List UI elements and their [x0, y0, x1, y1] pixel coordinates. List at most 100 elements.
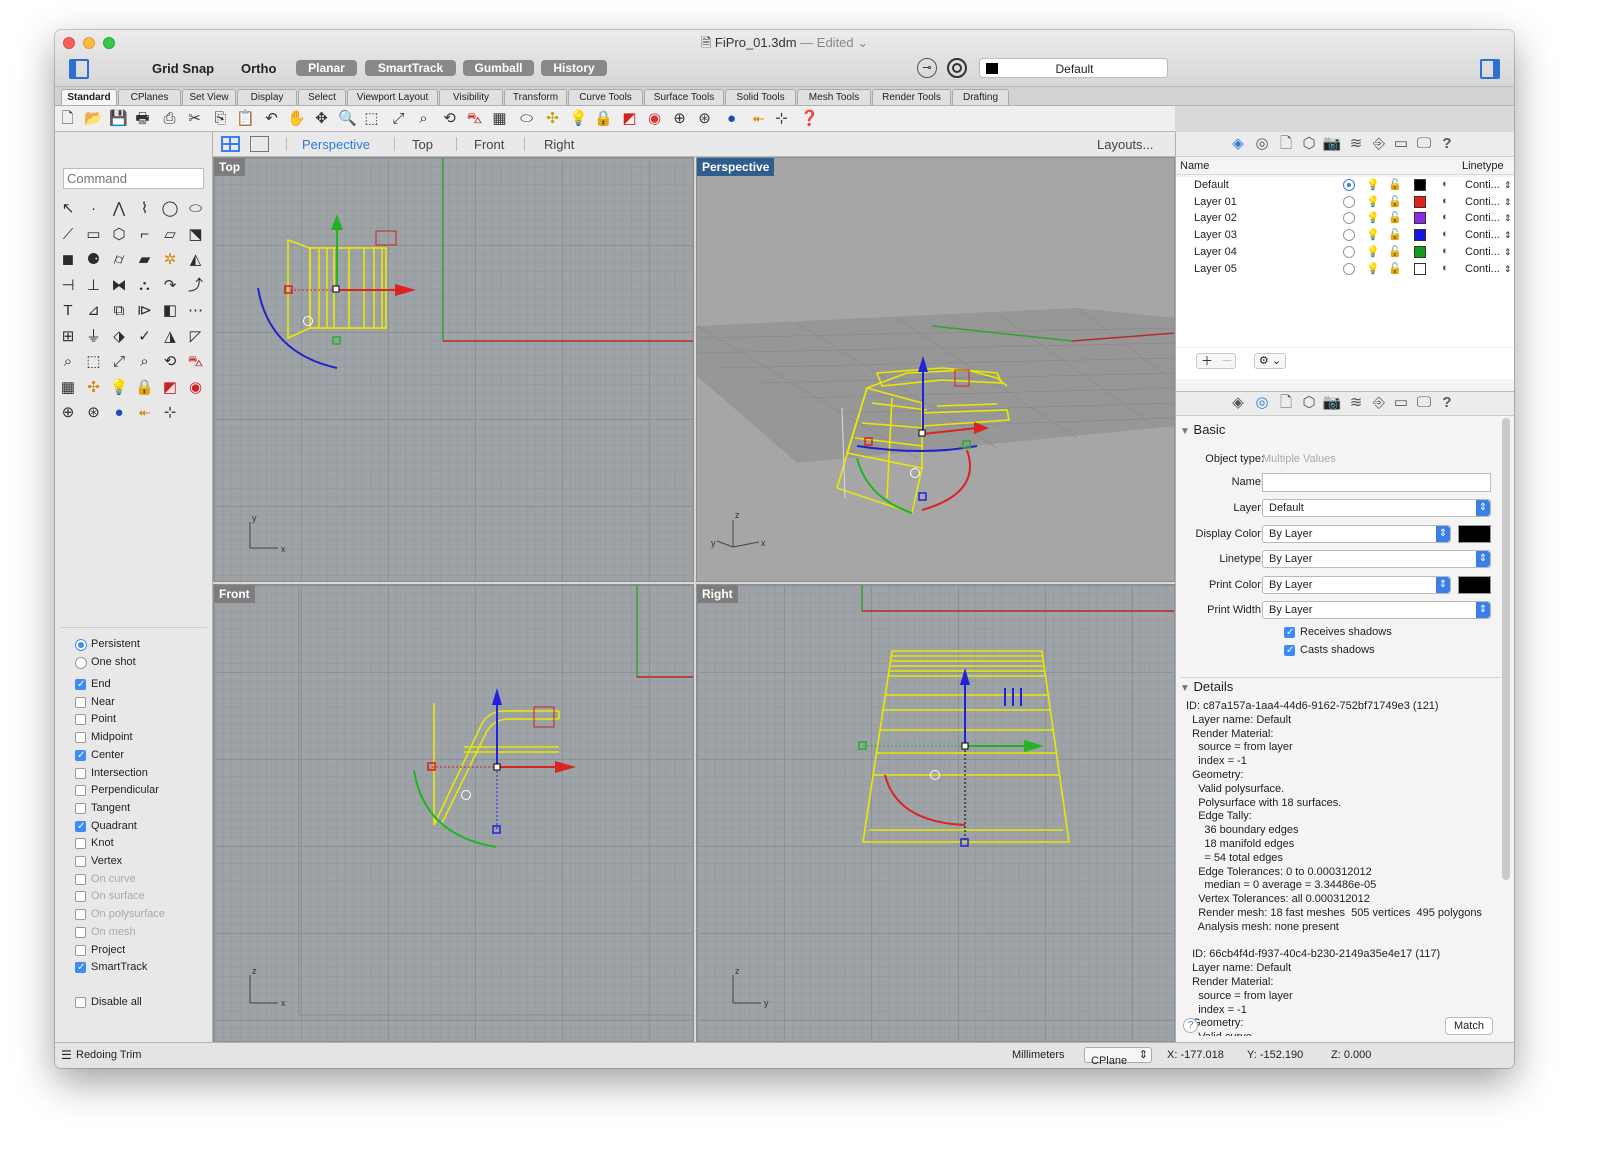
unlock-icon[interactable]: 🔓	[1388, 262, 1402, 275]
properties-panel-icon[interactable]: ◎	[1252, 134, 1272, 154]
viewport-label-perspective[interactable]: Perspective	[697, 158, 775, 176]
osnap-icon[interactable]: ⊸	[917, 58, 937, 78]
grid-icon[interactable]: ⋯	[185, 300, 207, 322]
chevron-down-icon[interactable]: ⌄	[857, 35, 868, 50]
current-layer-dropdown[interactable]: Default	[979, 58, 1168, 78]
help-panel-icon[interactable]: ?	[1437, 134, 1457, 154]
print-width-select[interactable]: By Layer	[1262, 601, 1491, 619]
print-color-swatch[interactable]	[1458, 576, 1491, 594]
layer-color-swatch[interactable]	[1414, 229, 1426, 242]
car-icon[interactable]: ⛍	[185, 351, 207, 373]
explode-icon[interactable]: ✲	[159, 249, 181, 271]
zoom-extents-icon[interactable]: ⤢	[108, 351, 130, 373]
match-button[interactable]: Match	[1445, 1017, 1493, 1035]
pan-hand-icon[interactable]: ✋	[287, 110, 306, 127]
help-icon[interactable]: ❓	[800, 110, 819, 127]
tab-render-tools[interactable]: Render Tools	[872, 89, 951, 105]
export-icon[interactable]: ⎙	[161, 110, 178, 127]
material-sphere-icon[interactable]: ◐	[1442, 228, 1449, 240]
wireframe-icon[interactable]: ⊕	[57, 402, 79, 424]
current-layer-radio[interactable]	[1343, 229, 1355, 242]
copy-icon[interactable]: ⎘	[212, 110, 229, 127]
cplane-icon[interactable]: ▦	[57, 377, 79, 399]
boolean-icon[interactable]: ◭	[185, 249, 207, 271]
light-bulb-icon[interactable]: 💡	[1366, 178, 1380, 191]
cplane-select[interactable]: CPlane ⇕	[1084, 1047, 1152, 1067]
light-bulb-icon[interactable]: 💡	[1366, 228, 1380, 241]
layer-row[interactable]: Layer 01 💡 🔓 ◐ Conti... ⇕	[1176, 194, 1514, 211]
layer-color-swatch[interactable]	[1414, 195, 1426, 208]
tab-drafting[interactable]: Drafting	[952, 89, 1009, 105]
layer-row[interactable]: Layer 05 💡 🔓 ◐ Conti... ⇕	[1176, 261, 1514, 278]
box-icon[interactable]: ◼	[57, 249, 79, 271]
document-panel-icon[interactable]: 🗋	[1276, 134, 1296, 154]
unlock-icon[interactable]: 🔓	[1388, 245, 1402, 258]
viewport-tab-right[interactable]: Right	[544, 137, 574, 152]
layer-color-swatch[interactable]	[1414, 212, 1426, 225]
smarttrack-toggle[interactable]: SmartTrack	[365, 60, 456, 76]
point-icon[interactable]: ·	[83, 198, 105, 220]
layers-panel-icon[interactable]: ◈	[1228, 134, 1248, 154]
material-sphere-icon[interactable]: ◐	[1442, 211, 1449, 223]
layer-row[interactable]: Layer 03 💡 🔓 ◐ Conti... ⇕	[1176, 227, 1514, 244]
cplane-icon[interactable]: ▦	[491, 110, 508, 127]
viewport-perspective[interactable]: z x y Perspective	[696, 157, 1175, 582]
dimension-tool-icon[interactable]: ⯬	[134, 402, 156, 424]
print-icon[interactable]: 🖶	[134, 110, 151, 127]
light-bulb-icon[interactable]: 💡	[1366, 262, 1380, 275]
layer-linetype[interactable]: Conti...	[1465, 263, 1500, 275]
array-grid-icon[interactable]: ⊞	[57, 326, 79, 348]
line-icon[interactable]: ⟋	[57, 224, 79, 246]
command-input[interactable]	[63, 168, 204, 189]
basic-section-header[interactable]: ▼ Basic	[1180, 422, 1225, 437]
cube-panel-icon[interactable]: ⬡	[1299, 393, 1319, 413]
rectangle-icon[interactable]: ▭	[83, 224, 105, 246]
layer-row[interactable]: Default 💡 🔓 ◐ Conti... ⇕	[1176, 177, 1514, 194]
light-bulb-icon[interactable]: 💡	[569, 110, 588, 127]
plane-icon[interactable]: ▰	[134, 249, 156, 271]
zoom-icon[interactable]: 🔍	[338, 110, 357, 127]
help-panel-icon[interactable]: ?	[1437, 393, 1457, 413]
layer-row[interactable]: Layer 02 💡 🔓 ◐ Conti... ⇕	[1176, 210, 1514, 227]
gumball-align-icon[interactable]: ⊹	[159, 402, 181, 424]
layer-row[interactable]: Layer 04 💡 🔓 ◐ Conti... ⇕	[1176, 244, 1514, 261]
join-icon[interactable]: ⧓	[108, 275, 130, 297]
tab-visibility[interactable]: Visibility	[439, 89, 503, 105]
tab-set-view[interactable]: Set View	[182, 89, 236, 105]
viewport-front[interactable]: z x Front	[213, 584, 694, 1042]
trim-icon[interactable]: ⊥	[83, 275, 105, 297]
display-color-swatch[interactable]	[1458, 525, 1491, 543]
viewport-label-top[interactable]: Top	[214, 158, 246, 176]
cube-panel-icon[interactable]: ⬡	[1299, 134, 1319, 154]
panels-panel-icon[interactable]: ▭	[1391, 134, 1411, 154]
tab-cplanes[interactable]: CPlanes	[118, 89, 181, 105]
dimension-icon[interactable]: ⯬	[750, 110, 767, 127]
details-section-header[interactable]: ▼ Details	[1180, 679, 1233, 694]
color-wheel-icon[interactable]: ◉	[185, 377, 207, 399]
zoom-in-icon[interactable]: ⌕	[57, 351, 79, 373]
sphere-group-icon[interactable]: ⚈	[83, 249, 105, 271]
layer-color-swatch[interactable]	[1414, 179, 1426, 191]
solid-cube-icon[interactable]: ◧	[159, 300, 181, 322]
tab-display[interactable]: Display	[237, 89, 297, 105]
ellipse-icon[interactable]: ⬭	[185, 198, 207, 220]
render-sphere-icon[interactable]: ●	[723, 110, 740, 127]
layer-options-button[interactable]: ⚙ ⌄	[1254, 353, 1286, 369]
tab-solid-tools[interactable]: Solid Tools	[725, 89, 796, 105]
snap-icon[interactable]: ✣	[83, 377, 105, 399]
cut-icon[interactable]: ✂	[186, 110, 203, 127]
remove-layer-icon[interactable]: －	[1221, 354, 1233, 368]
render-panel-icon[interactable]: 📷	[1322, 134, 1342, 154]
menu-lines-icon[interactable]: ☰	[61, 1048, 72, 1062]
material-sphere-icon[interactable]: ◐	[1442, 178, 1449, 190]
undo-view-icon[interactable]: ⟲	[441, 110, 458, 127]
unlock-icon[interactable]: 🔓	[1388, 195, 1402, 208]
tab-surface-tools[interactable]: Surface Tools	[644, 89, 724, 105]
libraries-panel-icon[interactable]: ⎆	[1369, 134, 1389, 154]
text-icon[interactable]: T	[57, 300, 79, 322]
viewport-tab-perspective[interactable]: Perspective	[302, 137, 370, 152]
properties-panel-icon[interactable]: ◎	[1252, 393, 1272, 413]
extrude-surface-icon[interactable]: ⬔	[185, 224, 207, 246]
offset-icon[interactable]: ↷	[159, 275, 181, 297]
planar-toggle[interactable]: Planar	[296, 60, 357, 76]
